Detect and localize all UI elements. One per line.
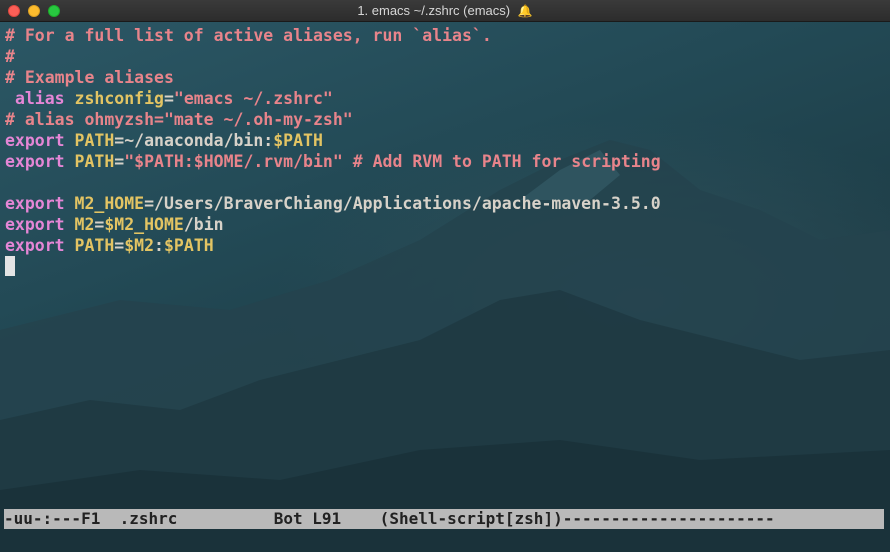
variable-token: PATH: [74, 236, 115, 255]
code-line: # alias ohmyzsh="mate ~/.oh-my-zsh": [5, 109, 885, 130]
terminal-window: 1. emacs ~/.zshrc (emacs) 🔔 # For a full…: [0, 0, 890, 552]
text-token: /bin: [183, 215, 224, 234]
keyword-token: export: [5, 152, 65, 171]
text-token: =: [163, 89, 174, 108]
text-token: :: [154, 236, 164, 255]
text-token: =~/anaconda/bin:: [114, 131, 274, 150]
code-line: #: [5, 46, 885, 67]
code-line: # For a full list of active aliases, run…: [5, 25, 885, 46]
code-line: export M2=$M2_HOME/bin: [5, 214, 885, 235]
code-line: # Example aliases: [5, 67, 885, 88]
mode-line: -uu-:---F1 .zshrc Bot L91 (Shell-script[…: [4, 509, 884, 529]
title-bar: 1. emacs ~/.zshrc (emacs) 🔔: [0, 0, 890, 22]
variable-token: $PATH: [273, 131, 323, 150]
comment-token: # alias ohmyzsh="mate ~/.oh-my-zsh": [5, 110, 353, 129]
text-token: =: [94, 215, 105, 234]
editor-buffer[interactable]: # For a full list of active aliases, run…: [5, 25, 885, 277]
code-line: export PATH="$PATH:$HOME/.rvm/bin" # Add…: [5, 151, 885, 172]
text-cursor: [5, 256, 15, 276]
keyword-token: export: [5, 131, 65, 150]
variable-token: PATH: [74, 131, 115, 150]
code-line: export M2_HOME=/Users/BraverChiang/Appli…: [5, 193, 885, 214]
bell-icon: 🔔: [517, 4, 533, 18]
comment-token: # Add RVM to PATH for scripting: [352, 152, 661, 171]
text-token: =/Users/BraverChiang/Applications/apache…: [144, 194, 661, 213]
variable-token: $M2: [124, 236, 155, 255]
variable-token: zshconfig: [74, 89, 164, 108]
text-token: =: [114, 236, 125, 255]
keyword-token: alias: [14, 89, 65, 108]
variable-token: $M2_HOME: [104, 215, 184, 234]
window-title: 1. emacs ~/.zshrc (emacs): [357, 3, 511, 18]
window-title-wrap: 1. emacs ~/.zshrc (emacs) 🔔: [0, 0, 890, 22]
comment-token: # Example aliases: [5, 68, 174, 87]
keyword-token: export: [5, 194, 65, 213]
variable-token: M2_HOME: [74, 194, 145, 213]
cursor-line: [5, 256, 885, 277]
code-line: export PATH=$M2:$PATH: [5, 235, 885, 256]
comment-token: #: [5, 47, 15, 66]
code-line: export PATH=~/anaconda/bin:$PATH: [5, 130, 885, 151]
comment-token: "emacs ~/.zshrc": [173, 89, 333, 108]
comment-token: # For a full list of active aliases, run…: [5, 26, 492, 45]
code-line: alias zshconfig="emacs ~/.zshrc": [5, 88, 885, 109]
keyword-token: export: [5, 236, 65, 255]
variable-token: $PATH: [163, 236, 214, 255]
text-token: =: [114, 152, 125, 171]
variable-token: PATH: [74, 152, 115, 171]
variable-token: M2: [74, 215, 95, 234]
comment-token: "$PATH:$HOME/.rvm/bin": [124, 152, 343, 171]
keyword-token: export: [5, 215, 65, 234]
